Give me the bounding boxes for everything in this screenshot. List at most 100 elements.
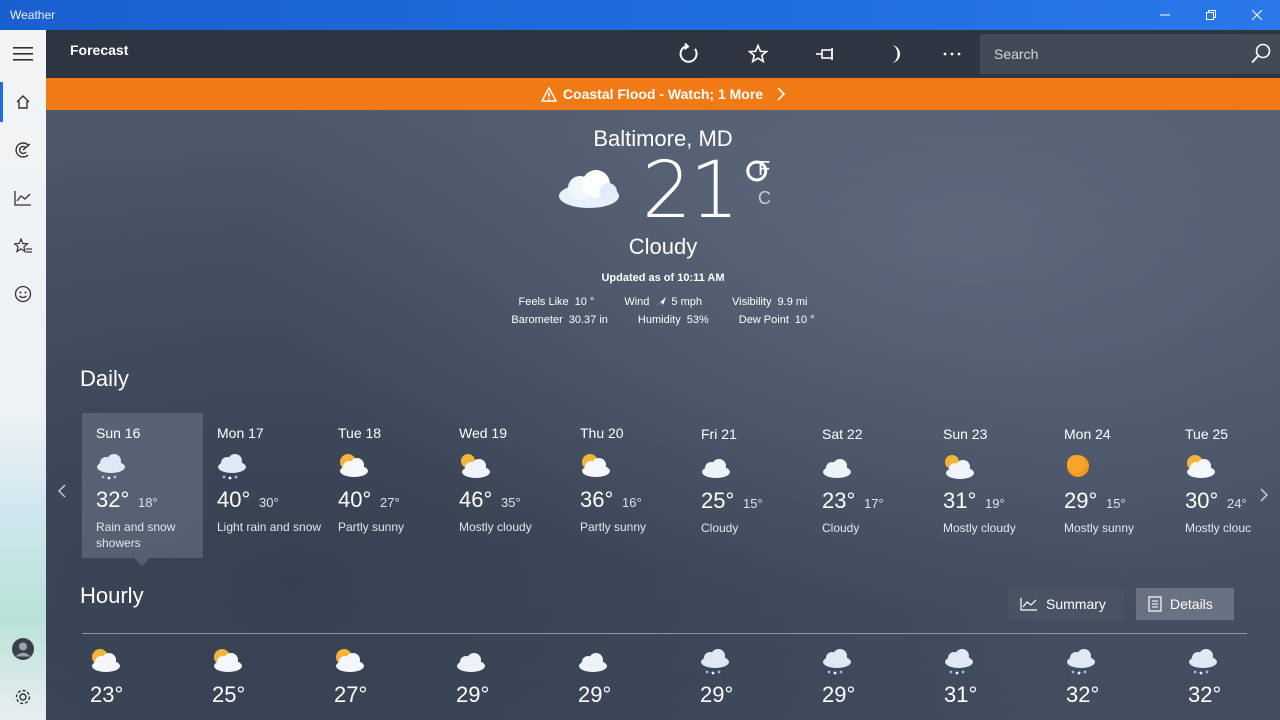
document-icon <box>1148 596 1162 612</box>
cloud-icon <box>457 653 485 672</box>
partly-sunny-icon <box>214 649 242 672</box>
search-icon <box>1251 43 1271 64</box>
day-high: 30° <box>1185 488 1219 513</box>
minimize-icon <box>1160 14 1170 16</box>
humidity-value: 53% <box>686 314 709 326</box>
close-button[interactable] <box>1234 0 1280 30</box>
account-button[interactable] <box>0 629 46 669</box>
settings-button[interactable] <box>0 677 46 717</box>
nav-historical-weather[interactable] <box>0 178 46 218</box>
more-options-button[interactable] <box>932 38 972 70</box>
rain-snow-icon <box>945 649 973 675</box>
hour-temperature: 27° <box>334 682 368 707</box>
nav-feedback[interactable] <box>0 274 46 314</box>
daily-card[interactable]: Mon 24 29° 15° Mostly sunny <box>1050 414 1171 559</box>
hour-icon <box>210 646 244 681</box>
daily-card[interactable]: Wed 19 46° 35° Mostly cloudy <box>445 413 566 558</box>
gear-icon <box>15 689 31 705</box>
day-low: 19° <box>985 496 1005 511</box>
search-box <box>980 34 1280 74</box>
hour-icon <box>942 646 976 681</box>
daily-prev-button[interactable] <box>57 482 66 503</box>
details-button[interactable]: Details <box>1136 588 1234 620</box>
daily-card[interactable]: Fri 21 25° 15° Cloudy <box>687 414 808 559</box>
nav-maps[interactable] <box>0 130 46 170</box>
daily-card[interactable]: Tue 18 40° 27° Partly sunny <box>324 413 445 558</box>
day-low: 17° <box>864 496 884 511</box>
alert-banner[interactable]: Coastal Flood - Watch; 1 More <box>46 78 1280 110</box>
fahrenheit-toggle[interactable]: F <box>758 158 770 181</box>
warning-icon <box>540 86 557 102</box>
daily-card[interactable]: Sat 22 23° 17° Cloudy <box>808 414 929 559</box>
chevron-right-icon <box>777 87 786 101</box>
rain-snow-icon <box>701 649 729 675</box>
dew-point-label: Dew Point <box>738 314 789 326</box>
details-label: Details <box>1170 596 1213 612</box>
day-high: 31° <box>943 488 977 513</box>
day-icon <box>457 451 491 486</box>
day-name: Mon 17 <box>217 425 264 441</box>
current-temp-row: 21° F C <box>46 146 1280 236</box>
chevron-left-icon <box>57 484 66 498</box>
hour-temperature: 29° <box>456 682 490 707</box>
daily-card[interactable]: Sun 16 32° 18° Rain and snow showers <box>82 413 203 566</box>
day-low: 24° <box>1227 496 1247 511</box>
daily-card[interactable]: Tue 25 30° 24° Mostly clouc <box>1171 414 1280 559</box>
day-high: 40° <box>217 487 251 512</box>
updated-time: Updated as of 10:11 AM <box>601 272 725 284</box>
restore-icon <box>1206 10 1216 20</box>
chart-icon <box>1020 598 1037 611</box>
minimize-button[interactable] <box>1142 0 1188 30</box>
window-controls <box>1142 0 1280 30</box>
hour-temperature: 32° <box>1188 682 1222 707</box>
day-high: 23° <box>822 488 856 513</box>
day-description: Cloudy <box>822 521 860 535</box>
daily-forecast-strip: Sun 16 32° 18° Rain and snow showers Mon … <box>82 413 1252 573</box>
hour-temperature: 31° <box>944 682 978 707</box>
day-high: 32° <box>96 487 130 512</box>
partly-sunny-icon <box>582 454 610 477</box>
day-name: Tue 18 <box>338 425 382 441</box>
celsius-toggle[interactable]: C <box>758 188 771 209</box>
pin-button[interactable] <box>806 38 846 70</box>
rain-snow-icon <box>1189 649 1217 675</box>
refresh-button[interactable] <box>669 38 709 70</box>
cloud-icon <box>823 459 851 478</box>
wind-label: Wind <box>624 296 650 308</box>
day-description: Partly sunny <box>338 520 405 534</box>
day-high: 40° <box>338 487 372 512</box>
hour-temperature: 29° <box>578 682 612 707</box>
rain-snow-icon <box>1067 649 1095 675</box>
restore-button[interactable] <box>1188 0 1234 30</box>
day-name: Sun 23 <box>943 426 988 442</box>
mostly-cloudy-icon <box>945 455 974 479</box>
active-indicator <box>0 82 3 122</box>
add-favorite-button[interactable] <box>738 38 778 70</box>
barometer-value: 30.37 in <box>568 314 608 326</box>
wind-direction-icon <box>656 297 667 306</box>
nav-forecast[interactable] <box>0 82 46 122</box>
search-button[interactable] <box>1250 43 1272 65</box>
summary-label: Summary <box>1046 596 1106 612</box>
day-description: Mostly cloudy <box>459 520 532 534</box>
hamburger-menu-button[interactable] <box>0 34 46 74</box>
summary-button[interactable]: Summary <box>1008 588 1124 620</box>
hourly-divider <box>82 633 1247 634</box>
dark-mode-button[interactable] <box>874 38 914 70</box>
daily-card[interactable]: Thu 20 36° 16° Partly sunny <box>566 413 687 558</box>
hour-icon <box>332 646 366 681</box>
day-low: 27° <box>380 495 400 510</box>
daily-card[interactable]: Mon 17 40° 30° Light rain and snow <box>203 413 324 558</box>
day-name: Tue 25 <box>1185 426 1229 442</box>
app-bar: Forecast <box>46 30 1280 78</box>
day-description: Rain and snow showers <box>96 520 176 550</box>
search-input[interactable] <box>992 45 1236 63</box>
page-title: Forecast <box>70 42 129 58</box>
app-title: Weather <box>10 8 56 22</box>
pin-icon <box>816 48 833 60</box>
day-low: 15° <box>1106 496 1126 511</box>
day-description: Mostly sunny <box>1064 521 1135 535</box>
daily-card[interactable]: Sun 23 31° 19° Mostly cloudy <box>929 414 1050 559</box>
hamburger-icon <box>13 47 33 61</box>
nav-favorites[interactable] <box>0 226 46 266</box>
